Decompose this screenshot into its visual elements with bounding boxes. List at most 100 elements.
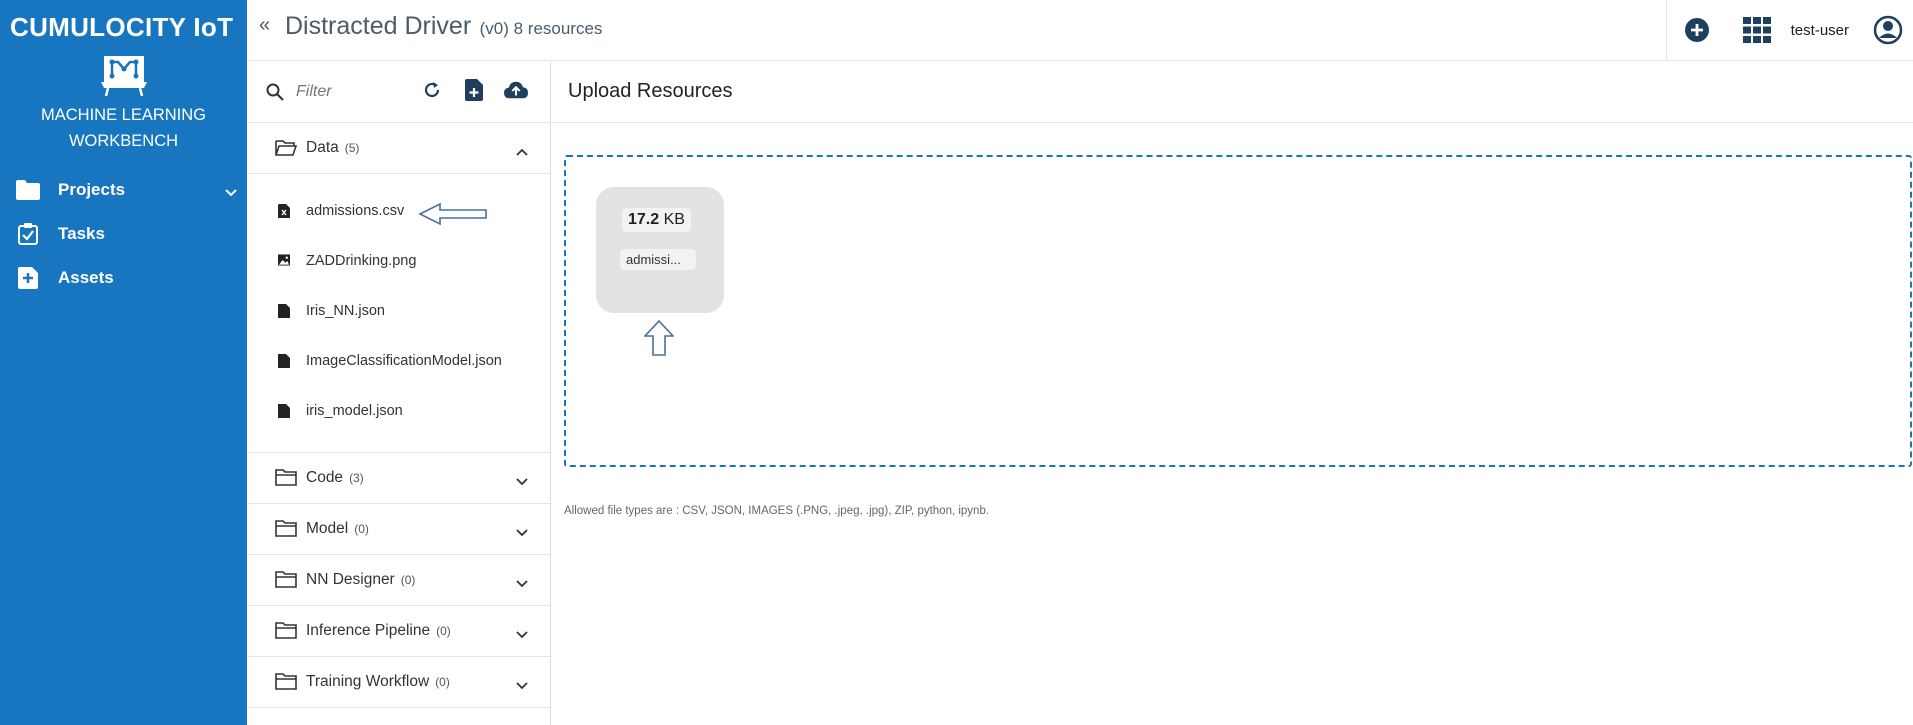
refresh-button[interactable]	[420, 78, 444, 102]
file-name: Iris_NN.json	[306, 303, 385, 319]
section-label: Inference Pipeline	[306, 622, 431, 639]
uploaded-file-tile[interactable]: 17.2 KB admissi...	[596, 187, 724, 313]
folder-icon	[275, 622, 297, 639]
section-header-training-workflow[interactable]: Training Workflow (0)	[247, 657, 550, 707]
file-icon	[278, 304, 290, 318]
ml-workbench-icon	[100, 56, 147, 97]
chevron-down-icon	[516, 626, 528, 644]
section-header-model[interactable]: Model (0)	[247, 504, 550, 554]
section-count: (0)	[400, 573, 416, 587]
upload-dropzone[interactable]: 17.2 KB admissi...	[564, 155, 1912, 467]
upload-button[interactable]	[504, 78, 528, 102]
chevron-down-icon	[516, 575, 528, 593]
file-size-value: 17.2	[628, 211, 660, 228]
up-arrow-annotation-icon	[644, 320, 674, 356]
folder-icon	[16, 179, 40, 201]
file-name: admissions.csv	[306, 203, 405, 219]
section-nn-designer: NN Designer (0)	[247, 555, 550, 606]
section-code: Code (3)	[247, 453, 550, 504]
filter-bar	[247, 61, 550, 123]
brand-logo-text: CUMULOCITY IoT	[10, 12, 234, 42]
file-icon	[278, 354, 290, 368]
section-label: NN Designer	[306, 571, 395, 588]
section-model: Model (0)	[247, 504, 550, 555]
resources-panel: Data (5) admissions.csv ZADDrinking.png …	[247, 61, 551, 725]
plus-circle-icon	[1684, 18, 1709, 42]
sidebar-item-assets[interactable]: Assets	[0, 256, 247, 300]
cloud-upload-icon	[504, 81, 528, 99]
page-title: Distracted Driver	[285, 12, 472, 40]
file-size: 17.2 KB	[622, 208, 691, 232]
page-subtitle: (v0) 8 resources	[479, 19, 603, 38]
file-item-imageclassificationmodel-json[interactable]: ImageClassificationModel.json	[247, 336, 550, 386]
folder-icon	[275, 520, 297, 537]
file-item-iris-model-json[interactable]: iris_model.json	[247, 386, 550, 436]
sidebar-item-projects[interactable]: Projects	[0, 168, 247, 212]
sidebar-item-label: Tasks	[58, 224, 105, 243]
user-name[interactable]: test-user	[1791, 22, 1849, 39]
sidebar-item-label: Projects	[58, 180, 126, 199]
top-header: « Distracted Driver (v0) 8 resources tes…	[247, 0, 1913, 61]
image-file-icon	[278, 254, 290, 268]
folder-open-icon	[275, 140, 297, 156]
section-count: (3)	[349, 471, 364, 485]
refresh-icon	[424, 82, 440, 98]
file-list: admissions.csv ZADDrinking.png Iris_NN.j…	[247, 173, 550, 452]
section-count: (0)	[436, 624, 451, 638]
app-logo	[0, 52, 247, 98]
app-switcher-button[interactable]	[1727, 0, 1787, 60]
new-file-button[interactable]	[462, 78, 486, 102]
section-label: Code	[306, 469, 344, 486]
section-inference-pipeline: Inference Pipeline (0)	[247, 606, 550, 657]
section-label: Model	[306, 520, 349, 537]
header-actions: test-user	[1665, 0, 1913, 60]
app-root: CUMULOCITY IoT MACHINE LEARNING WORKBENC…	[0, 0, 1913, 725]
sidebar: CUMULOCITY IoT MACHINE LEARNING WORKBENC…	[0, 0, 247, 725]
allowed-file-types-note: Allowed file types are : CSV, JSON, IMAG…	[564, 505, 990, 517]
left-arrow-annotation-icon	[418, 202, 487, 226]
collapse-sidebar-button[interactable]: «	[259, 14, 270, 37]
filter-actions	[420, 78, 528, 102]
section-count: (0)	[354, 522, 369, 536]
chevron-down-icon	[516, 677, 528, 695]
app-name: MACHINE LEARNING WORKBENCH	[0, 102, 247, 154]
file-plus-icon	[465, 79, 483, 101]
chevron-down-icon	[225, 182, 237, 202]
folder-icon	[275, 673, 297, 690]
upload-title: Upload Resources	[568, 80, 733, 102]
plus-box-icon	[16, 267, 40, 289]
file-item-zaddrinking-png[interactable]: ZADDrinking.png	[247, 236, 550, 286]
chevron-down-icon	[516, 524, 528, 542]
app-name-line2: WORKBENCH	[68, 132, 179, 150]
sidebar-nav: Projects Tasks Assets	[0, 168, 247, 300]
sidebar-item-label: Assets	[58, 268, 114, 287]
section-header-data[interactable]: Data (5)	[247, 123, 550, 173]
file-tile-name: admissi...	[620, 249, 696, 270]
main-header: Upload Resources	[552, 61, 1913, 123]
file-item-iris-nn-json[interactable]: Iris_NN.json	[247, 286, 550, 336]
app-name-line1: MACHINE LEARNING	[40, 106, 207, 124]
user-menu-button[interactable]	[1863, 0, 1913, 60]
section-header-code[interactable]: Code (3)	[247, 453, 550, 503]
folder-icon	[275, 571, 297, 588]
grid-icon	[1742, 17, 1771, 43]
file-name: ZADDrinking.png	[306, 253, 417, 269]
section-count: (5)	[344, 141, 360, 155]
clipboard-check-icon	[16, 223, 40, 245]
file-size-unit: KB	[663, 211, 685, 228]
filter-input[interactable]	[296, 82, 406, 101]
section-header-nn-designer[interactable]: NN Designer (0)	[247, 555, 550, 605]
sidebar-item-tasks[interactable]: Tasks	[0, 212, 247, 256]
file-name: ImageClassificationModel.json	[306, 353, 502, 369]
folder-icon	[275, 469, 297, 486]
csv-file-icon	[278, 204, 290, 218]
file-name: iris_model.json	[306, 403, 403, 419]
add-button[interactable]	[1667, 0, 1727, 60]
file-item-admissions-csv[interactable]: admissions.csv	[247, 186, 550, 236]
page-title-wrap: Distracted Driver (v0) 8 resources	[285, 12, 602, 41]
section-header-inference-pipeline[interactable]: Inference Pipeline (0)	[247, 606, 550, 656]
section-count: (0)	[435, 675, 450, 689]
search-icon	[266, 83, 284, 101]
section-training-workflow: Training Workflow (0)	[247, 657, 550, 708]
section-label: Training Workflow	[306, 673, 430, 690]
